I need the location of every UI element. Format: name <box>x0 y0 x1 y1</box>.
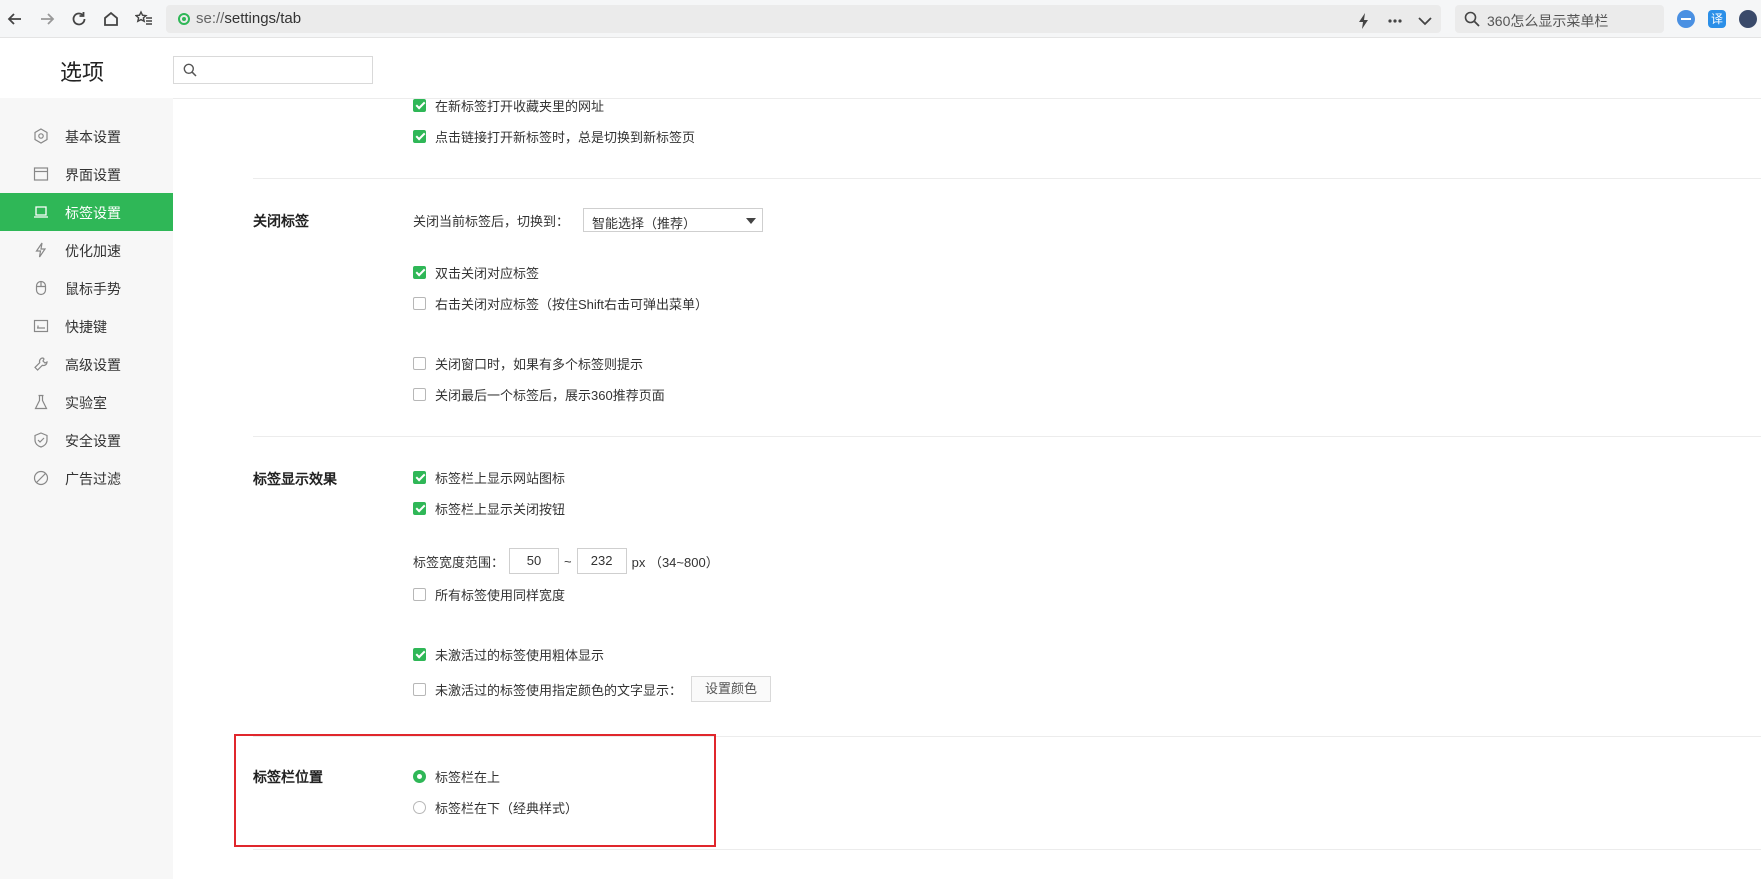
tab-width-unit: px （34~800） <box>631 554 719 570</box>
highlight-box <box>234 734 716 847</box>
chevron-down-icon[interactable] <box>1416 12 1434 30</box>
checkbox[interactable] <box>413 682 426 696</box>
tab-width-label: 标签宽度范围： <box>413 554 505 570</box>
star-list-icon <box>135 10 152 25</box>
chevron-down-icon <box>746 218 756 224</box>
wrench-icon <box>34 357 48 371</box>
address-bar[interactable]: se://settings/tab <box>166 5 1441 33</box>
lightning-icon <box>35 242 47 258</box>
checkbox[interactable] <box>413 98 426 112</box>
page-title: 选项 <box>60 60 105 85</box>
browser-search-box[interactable]: 360怎么显示菜单栏 <box>1455 5 1664 33</box>
option-show-recommend-page[interactable]: 关闭最后一个标签后，展示360推荐页面 <box>413 384 665 404</box>
checkbox[interactable] <box>413 387 426 401</box>
settings-search[interactable] <box>173 56 373 84</box>
option-show-site-icon[interactable]: 标签栏上显示网站图标 <box>413 467 565 487</box>
search-icon <box>1464 11 1480 27</box>
section-title-close-tab: 关闭标签 <box>253 213 309 229</box>
secure-icon <box>178 13 190 25</box>
favorites-button[interactable] <box>132 7 156 31</box>
checkbox[interactable] <box>413 647 426 661</box>
switch-after-close-select[interactable]: 智能选择（推荐） <box>583 208 763 232</box>
settings-search-input[interactable] <box>204 61 364 79</box>
tab-width-range: 标签宽度范围： 50 ~ 232 px （34~800） <box>413 547 719 575</box>
option-prompt-close-window[interactable]: 关闭窗口时，如果有多个标签则提示 <box>413 353 643 373</box>
minus-bar <box>1681 18 1691 20</box>
option-right-click-close[interactable]: 右击关闭对应标签（按住Shift右击可弹出菜单） <box>413 293 708 313</box>
lightning-icon[interactable] <box>1355 12 1373 30</box>
tab-icon <box>34 206 48 218</box>
checkbox[interactable] <box>413 356 426 370</box>
section-divider <box>253 849 1761 850</box>
search-query: 360怎么显示菜单栏 <box>1487 13 1609 29</box>
option-same-width[interactable]: 所有标签使用同样宽度 <box>413 584 565 604</box>
sidebar-item-mouse-gesture[interactable]: 鼠标手势 <box>0 269 173 307</box>
address-url[interactable]: se://settings/tab <box>196 10 301 27</box>
home-icon <box>104 11 118 26</box>
back-button[interactable] <box>3 7 27 31</box>
reload-button[interactable] <box>67 7 91 31</box>
checkbox[interactable] <box>413 470 426 484</box>
sidebar-item-advanced[interactable]: 高级设置 <box>0 345 173 383</box>
sidebar-item-lab[interactable]: 实验室 <box>0 383 173 421</box>
section-divider <box>253 436 1761 437</box>
sidebar-item-basic[interactable]: 基本设置 <box>0 117 173 155</box>
tab-width-max-input[interactable]: 232 <box>576 548 627 574</box>
sidebar-item-security[interactable]: 安全设置 <box>0 421 173 459</box>
flask-icon <box>34 394 48 410</box>
block-icon <box>33 470 49 486</box>
arrow-right-icon <box>41 13 55 25</box>
tab-width-separator: ~ <box>564 553 572 569</box>
option-show-close-button[interactable]: 标签栏上显示关闭按钮 <box>413 498 565 518</box>
sidebar-item-tabs[interactable]: 标签设置 <box>0 193 173 231</box>
checkbox[interactable] <box>413 265 426 279</box>
translate-icon[interactable]: 译 <box>1708 10 1726 28</box>
home-button[interactable] <box>99 7 123 31</box>
mouse-icon <box>35 280 47 296</box>
forward-button[interactable] <box>35 7 59 31</box>
sidebar-item-shortcuts[interactable]: 快捷键 <box>0 307 173 345</box>
option-open-favorites-new-tab[interactable]: 在新标签打开收藏夹里的网址 <box>413 95 604 115</box>
switch-after-close-label: 关闭当前标签后，切换到： <box>413 213 570 229</box>
search-icon <box>183 63 197 77</box>
checkbox[interactable] <box>413 587 426 601</box>
more-icon[interactable] <box>1386 12 1404 30</box>
sidebar-item-optimize[interactable]: 优化加速 <box>0 231 173 269</box>
window-icon <box>33 167 49 181</box>
section-title-tab-display: 标签显示效果 <box>253 471 337 487</box>
settings-sidebar: 基本设置 界面设置 标签设置 优化加速 鼠标手势 快捷键 高级设置 实验室 安全… <box>0 98 173 879</box>
arrow-left-icon <box>7 13 21 25</box>
checkbox[interactable] <box>413 129 426 143</box>
extension-minus-icon[interactable] <box>1677 10 1695 28</box>
sidebar-item-ad-filter[interactable]: 广告过滤 <box>0 459 173 497</box>
checkbox[interactable] <box>413 296 426 310</box>
tab-width-min-input[interactable]: 50 <box>509 548 560 574</box>
browser-toolbar: se://settings/tab 360怎么显示菜单栏 译 <box>0 0 1761 38</box>
shield-icon <box>34 432 48 448</box>
option-color-inactive[interactable]: 未激活过的标签使用指定颜色的文字显示： 设置颜色 <box>413 675 772 703</box>
gear-icon <box>34 128 48 144</box>
option-switch-to-new-tab[interactable]: 点击链接打开新标签时，总是切换到新标签页 <box>413 126 695 146</box>
sidebar-item-interface[interactable]: 界面设置 <box>0 155 173 193</box>
keyboard-icon <box>33 319 49 333</box>
set-color-button[interactable]: 设置颜色 <box>691 676 772 702</box>
extension-avatar-icon[interactable] <box>1739 10 1757 28</box>
option-bold-inactive[interactable]: 未激活过的标签使用粗体显示 <box>413 644 604 664</box>
section-divider <box>253 178 1761 179</box>
reload-icon <box>72 12 86 26</box>
checkbox[interactable] <box>413 501 426 515</box>
option-double-click-close[interactable]: 双击关闭对应标签 <box>413 262 539 282</box>
